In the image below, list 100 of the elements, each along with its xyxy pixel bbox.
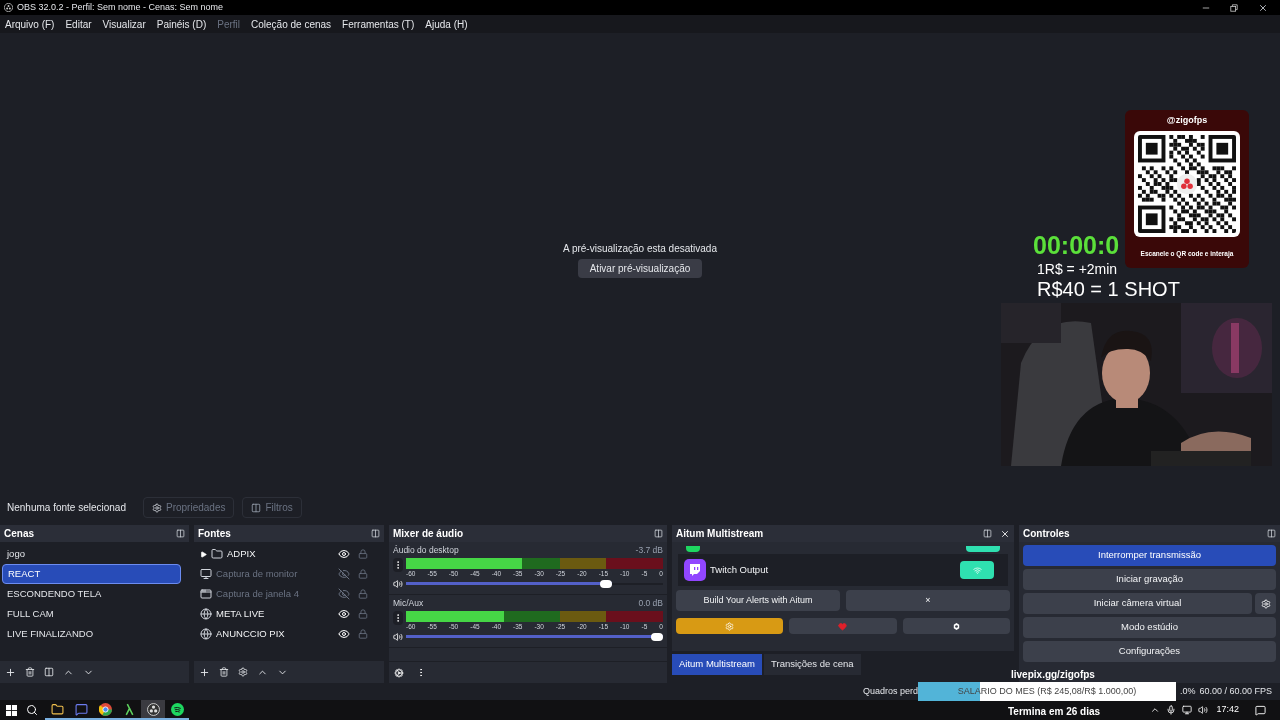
search-icon[interactable] xyxy=(26,704,38,716)
goal-deadline: Termina em 26 dias xyxy=(1008,705,1101,719)
monitor-icon xyxy=(200,568,212,580)
output-toggle[interactable] xyxy=(966,546,1000,552)
menu-item[interactable]: Editar xyxy=(65,16,92,32)
source-item[interactable]: ANUNCCIO PIX xyxy=(216,626,334,642)
chevron-icon[interactable] xyxy=(1150,705,1161,715)
lock-icon[interactable] xyxy=(358,569,368,579)
float-icon[interactable] xyxy=(654,529,663,538)
add-icon[interactable] xyxy=(5,666,16,678)
qr-code-icon xyxy=(1134,130,1240,237)
volume-icon[interactable] xyxy=(1198,705,1209,715)
columns-icon xyxy=(251,502,262,513)
folder-icon xyxy=(50,702,64,716)
dock-tab[interactable]: Transições de cena xyxy=(764,654,861,675)
lock-icon[interactable] xyxy=(358,629,368,639)
output-icon xyxy=(686,546,700,552)
settings-button[interactable] xyxy=(1255,593,1276,614)
network-icon[interactable] xyxy=(1182,705,1193,715)
lock-icon[interactable] xyxy=(358,549,368,559)
filters-button[interactable]: Filtros xyxy=(242,497,302,518)
control-button[interactable]: Iniciar câmera virtual xyxy=(1023,593,1252,614)
expand-icon[interactable] xyxy=(200,550,207,558)
trash-icon[interactable] xyxy=(219,667,229,677)
output-toggle[interactable] xyxy=(960,561,994,579)
trash-icon[interactable] xyxy=(25,667,35,677)
dock-tab[interactable]: Aitum Multistream xyxy=(672,654,762,675)
alerts-button[interactable]: Build Your Alerts with Aitum xyxy=(676,590,840,611)
dismiss-button[interactable]: × xyxy=(846,590,1010,611)
volume-slider[interactable] xyxy=(406,579,663,588)
float-icon[interactable] xyxy=(1267,529,1276,538)
control-button[interactable]: Interromper transmissão xyxy=(1023,545,1276,566)
selected-source-label: Nenhuma fonte selecionad xyxy=(7,501,127,515)
taskbar-app[interactable] xyxy=(165,700,189,720)
scene-item[interactable]: LIVE FINALIZANDO xyxy=(2,624,181,644)
menu-item[interactable]: Coleção de cenas xyxy=(251,16,332,32)
eye-off-icon[interactable] xyxy=(338,588,350,600)
broadcast-icon xyxy=(972,565,982,575)
timer: 00:00:0 xyxy=(1033,231,1120,259)
window-icon xyxy=(200,588,212,600)
channel-reading: 0.0 dB xyxy=(638,597,663,610)
shot-text: R$40 = 1 SHOT xyxy=(1037,278,1180,300)
properties-button[interactable]: Propriedades xyxy=(143,497,235,518)
float-icon[interactable] xyxy=(176,529,185,538)
scene-item[interactable]: REACT xyxy=(2,564,181,584)
scene-item[interactable]: ESCONDENDO TELA xyxy=(2,584,181,604)
source-item[interactable]: META LIVE xyxy=(216,606,334,622)
window-title: OBS 32.0.2 - Perfil: Sem nome - Cenas: Sem nome xyxy=(17,0,224,14)
menu-item[interactable]: Ferramentas (T) xyxy=(342,16,415,32)
lock-icon[interactable] xyxy=(358,589,368,599)
heart-icon xyxy=(838,621,848,631)
taskbar-app[interactable] xyxy=(141,700,165,720)
menu-item[interactable]: Arquivo (F) xyxy=(5,16,55,32)
browser-icon xyxy=(98,702,112,716)
restore-icon[interactable] xyxy=(1230,3,1238,12)
mic-icon[interactable] xyxy=(1166,705,1177,715)
menu-item[interactable]: Painéis (D) xyxy=(156,16,207,32)
volume-icon[interactable] xyxy=(393,631,403,642)
chat-logo-icon xyxy=(684,559,706,581)
filter-icon[interactable] xyxy=(44,667,54,677)
close-icon[interactable] xyxy=(1258,2,1268,13)
clock[interactable]: 17:42 xyxy=(1216,703,1239,717)
source-item[interactable]: Captura de monitor xyxy=(216,566,334,582)
scene-item[interactable]: jogo xyxy=(2,544,181,564)
windows-icon[interactable] xyxy=(6,704,17,716)
control-button[interactable]: Iniciar gravação xyxy=(1023,569,1276,590)
goal-url: livepix.gg/zigofps xyxy=(1011,668,1095,682)
volume-icon[interactable] xyxy=(393,578,403,589)
settings-icon[interactable] xyxy=(238,667,248,677)
eye-icon[interactable] xyxy=(338,628,350,640)
close-icon[interactable] xyxy=(1000,528,1010,539)
menu-item[interactable]: Ajuda (H) xyxy=(425,16,468,32)
qr-handle: @zigofps xyxy=(1166,114,1208,127)
add-icon[interactable] xyxy=(199,666,210,678)
output-label: Twitch Output xyxy=(710,562,770,577)
float-icon[interactable] xyxy=(371,529,380,538)
notification-icon[interactable] xyxy=(1255,704,1266,716)
globe-icon xyxy=(200,608,212,620)
scene-item[interactable]: FULL CAM xyxy=(2,604,181,624)
more-icon[interactable] xyxy=(393,557,403,572)
control-button[interactable]: Configurações xyxy=(1023,641,1276,662)
cpu-usage: .0% xyxy=(1179,684,1196,698)
source-item[interactable]: Captura de janela 4 xyxy=(216,586,334,602)
dock-title: Cenas xyxy=(4,527,34,541)
more-icon[interactable] xyxy=(393,610,403,625)
dock-title: Aitum Multistream xyxy=(676,527,764,541)
eye-icon[interactable] xyxy=(338,548,350,560)
lock-icon[interactable] xyxy=(358,609,368,619)
taskbar-app[interactable] xyxy=(93,700,117,720)
channel-reading: -3.7 dB xyxy=(635,544,663,557)
eye-off-icon[interactable] xyxy=(338,568,350,580)
preview-message: A pré-visualização esta desativada xyxy=(563,241,717,256)
float-icon[interactable] xyxy=(983,529,992,538)
enable-preview-button[interactable]: Ativar pré-visualização xyxy=(577,258,703,278)
volume-slider[interactable] xyxy=(406,632,663,641)
control-button[interactable]: Modo estúdio xyxy=(1023,617,1276,638)
source-item[interactable]: ADPIX xyxy=(227,546,334,562)
eye-icon[interactable] xyxy=(338,608,350,620)
menu-item[interactable]: Visualizar xyxy=(102,16,146,32)
dock-title: Fontes xyxy=(198,527,231,541)
